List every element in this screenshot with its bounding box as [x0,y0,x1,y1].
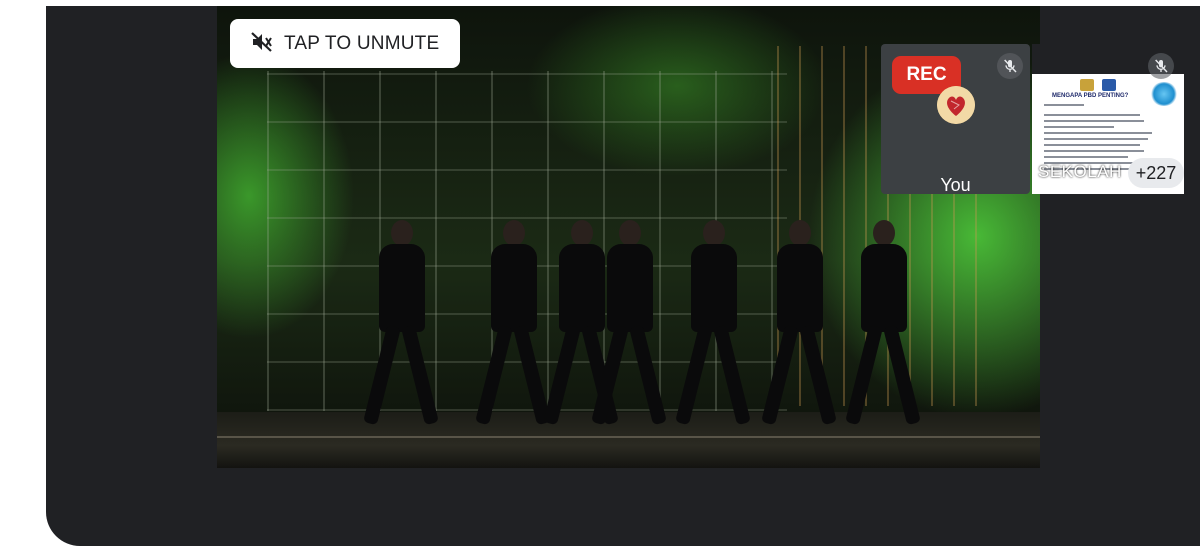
slide-text-line [1044,132,1152,134]
slide-text-line [1044,114,1140,116]
performer-silhouette [761,220,837,430]
slide-text-line [1044,120,1144,122]
ministry-logo-icon [1080,79,1094,91]
performer-silhouette [591,220,667,430]
slide-text-line [1044,150,1144,152]
performer-silhouette [845,220,921,430]
slide-text-line [1044,138,1148,140]
mic-off-icon [1148,53,1174,79]
volume-off-icon [250,30,274,57]
performer-silhouette [363,220,439,430]
mic-off-icon [997,53,1023,79]
slide-text-line [1044,144,1140,146]
slide-text-line [1044,104,1084,106]
more-participants-badge[interactable]: +227 [1128,158,1184,188]
flower-graphic-icon [1150,82,1178,106]
slide-caption: SEKOLAH [1038,162,1122,181]
unmute-label: TAP TO UNMUTE [284,32,440,54]
stage-floor-edge [217,436,1040,438]
tap-to-unmute-button[interactable]: TAP TO UNMUTE [230,19,460,68]
participant-name: You [940,175,971,195]
avatar [937,86,975,124]
performer-silhouette [675,220,751,430]
performer-silhouette [475,220,551,430]
slide-text-line [1044,126,1114,128]
slide-title: MENGAPA PBD PENTING? [1052,93,1129,99]
self-video-tile[interactable]: REC You [881,44,1030,195]
school-logo-icon [1102,79,1116,91]
slide-text-line [1044,156,1128,158]
